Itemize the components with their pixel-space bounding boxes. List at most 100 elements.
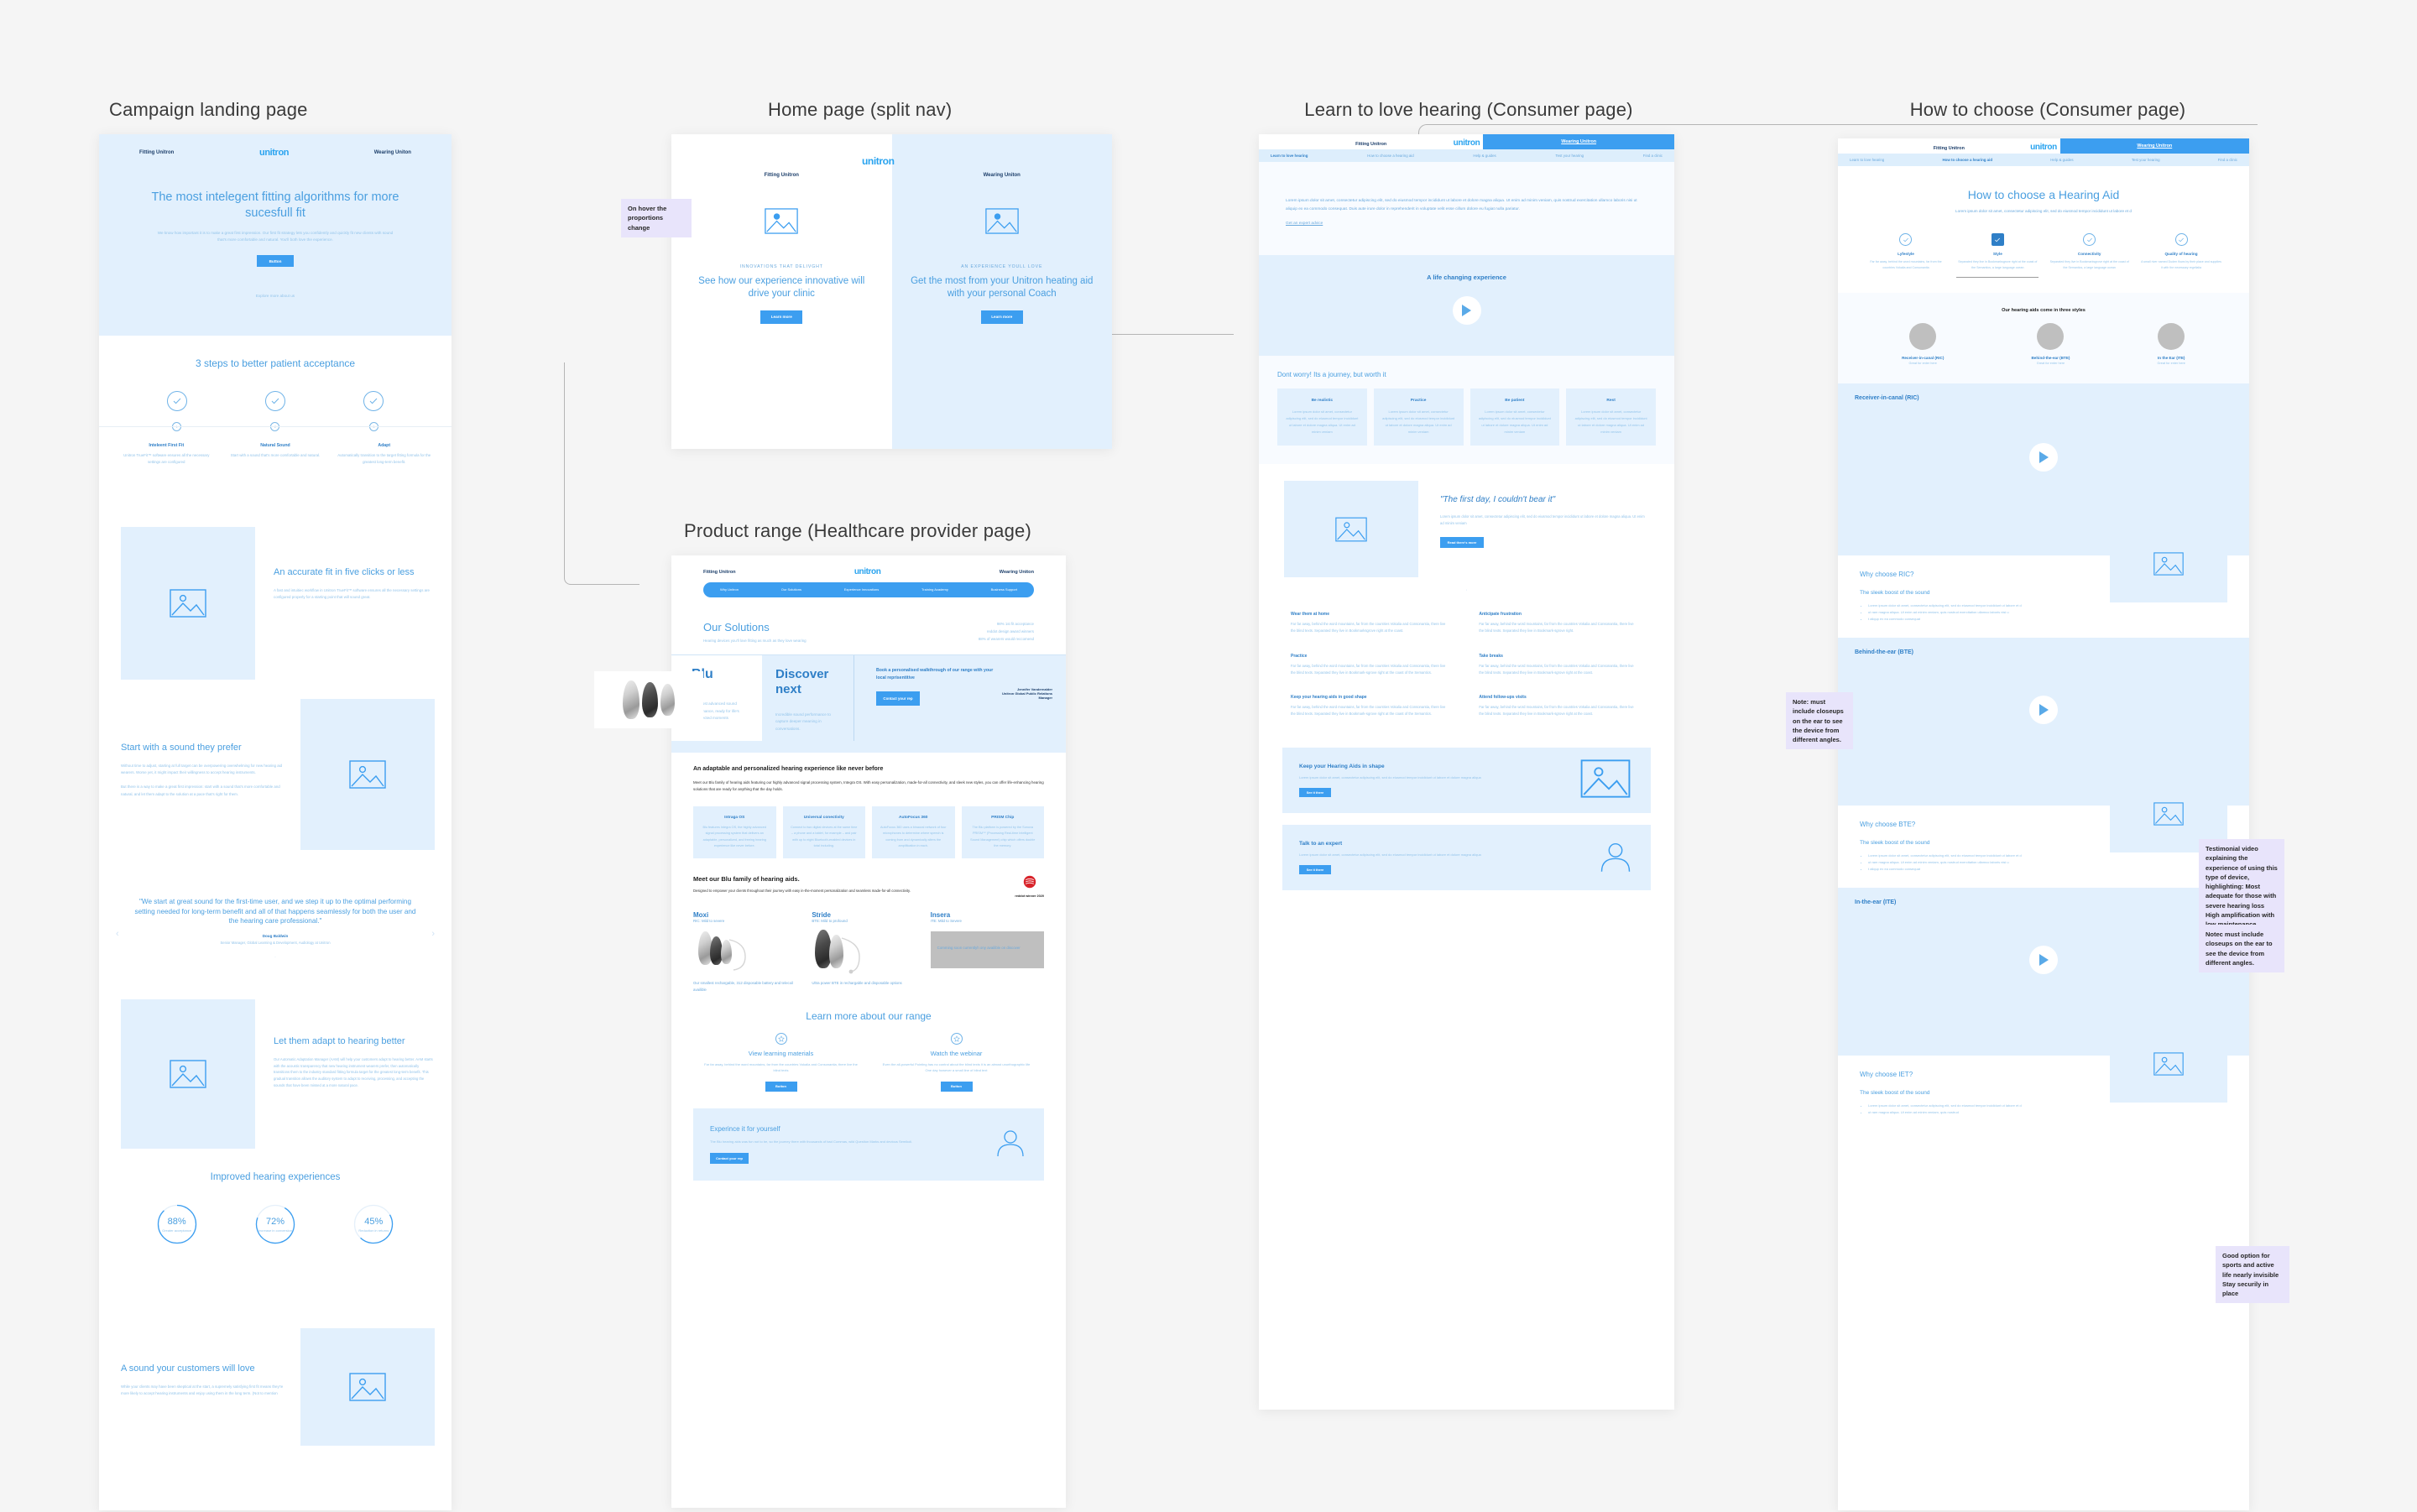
solutions-fact: 88% of wearers would reccomend [978,636,1034,641]
subnav-help-guides[interactable]: Help & guides [1473,154,1496,158]
stat-label: Greater acceptance [162,1228,192,1233]
step-item: Inteleent First Fit Unitron TrueFit™ sof… [117,443,216,466]
family-items: Moxi RIC: Mild to severe Our smallest re… [693,911,1044,993]
sticky-note-ite: Good option for sports and active life n… [2216,1246,2289,1304]
subnav-how-to-choose[interactable]: How to choose a hearing aid [1367,154,1414,158]
choose-sub-nav[interactable]: Learn to love hearing How to choose a he… [1838,154,2249,166]
campaign-love-text: A sound your customers will love While y… [121,1328,300,1397]
subnav-test-your-hearing[interactable]: Test your hearing [2132,158,2160,162]
nav-item-our-solutions[interactable]: Our Solutions [781,587,801,592]
home-right-panel[interactable]: Wearing Uniton AN EXPERIENCE YOULL LOVE … [891,134,1113,449]
nav-fitting-unitron[interactable]: Fitting Unitron [703,570,736,575]
learn-card-button[interactable]: Button [940,1081,973,1092]
style-item-bte[interactable]: Behind-the-ear (BTE) Great for enter her… [2031,322,2070,365]
nav-fitting-unitron[interactable]: Fitting Unitron [1259,134,1483,149]
board-title-home: Home page (split nav) [768,99,953,120]
tip-item: Attend follow-ups visits Far far away, b… [1479,695,1633,717]
play-button[interactable] [2029,442,2058,472]
play-button[interactable] [1452,296,1481,326]
criteria-body: Far far away, behind the word mountains,… [1870,260,1942,270]
style-item-ric[interactable]: Receiver-in-canal (RIC) Great for enter … [1902,322,1945,365]
learn-sub-nav[interactable]: Learn to love hearing How to choose a he… [1259,149,1674,162]
tip-item: Take breaks Far far away, behind the wor… [1479,654,1633,676]
subnav-test-your-hearing[interactable]: Test your hearing [1555,154,1584,158]
subnav-learn-to-love-hearing[interactable]: Learn to love hearing [1271,154,1308,158]
criteria-item-connectivity[interactable]: Connectivity Separated they live in Book… [2049,233,2131,277]
play-button[interactable] [2029,945,2058,974]
campaign-steps-icons [99,391,452,411]
nav-fitting-unitron[interactable]: Fitting Unitron [1838,138,2060,154]
carousel-next-arrow[interactable]: › [431,929,435,939]
experience-button[interactable]: Contact your rep [710,1152,749,1164]
shape-heading: Keep your Hearing Aids in shape [1299,764,1385,770]
experience-heading: Experince it for yourself [710,1124,780,1133]
home-left-button[interactable]: Learn more [760,310,803,324]
why-bullet: t aliqup ex ea commodo consequat [1868,616,2093,623]
contact-rep-button[interactable]: Contact your rep [876,691,920,706]
campaign-prefer: Start with a sound they prefer Without t… [99,684,452,877]
nav-wearing-unitron[interactable]: Wearing Uniton [1000,570,1034,575]
journey-card-title: Be patient [1505,399,1525,404]
tip-title: Anticipate frustration [1479,612,1522,618]
shape-button[interactable]: See it there [1299,788,1331,798]
product-body: Ultra power BTE in rechargable and dispo… [812,980,902,985]
product-image [812,929,925,975]
nav-wearing-unitron[interactable]: Wearing Unitron [1483,134,1674,149]
testimonial-button[interactable]: Read there's more [1440,537,1484,549]
nav-wearing-unitron[interactable]: Wearing Uniton [892,173,1113,178]
nav-wearing-unitron[interactable]: Wearing Uniton [374,150,411,155]
stat-value: 88% [167,1216,186,1227]
image-placeholder [1577,759,1634,802]
product-nav-bar[interactable]: Why Unitron Our Solutions Experience Inn… [703,582,1034,597]
person-icon [1597,837,1634,879]
adapt-body: Our Automatic Adaptation Manager (AAM) w… [274,1056,433,1087]
carousel-dots[interactable]: · [1259,577,1674,598]
style-sub: Great for enter here [2036,361,2065,365]
carousel-prev-arrow[interactable]: ‹ [116,929,119,939]
why-bullet: Lorem ipsum dolor sit amet, consectetur … [1868,1103,2093,1109]
play-button[interactable] [2029,695,2058,724]
board-title-choose: How to choose (Consumer page) [1909,99,2186,120]
learn-card-button[interactable]: Button [765,1081,797,1092]
sticky-note-bte-closeups: Notec must include closeups on the ear t… [2199,925,2284,972]
criteria-item-quality[interactable]: Quality of hearing A small river named D… [2140,233,2222,277]
subnav-how-to-choose[interactable]: How to choose a hearing aid [1943,158,1993,162]
nav-fitting-unitron[interactable]: Fitting Unitron [139,150,174,155]
learn-intro-link[interactable]: Get an expert advice [1286,222,1323,226]
subnav-find-a-clinic[interactable]: Find a clinic [2218,158,2237,162]
feature-title: PRISM Chip [991,816,1015,821]
subnav-learn-to-love-hearing[interactable]: Learn to love hearing [1850,158,1884,162]
image-placeholder [2110,524,2227,602]
campaign-hero-button[interactable]: Button [257,255,294,268]
style-item-ite[interactable]: In the Ear (ITE) Great for enter here [2158,322,2185,365]
learn-expert-promo: Talk to an expert Lorem ipsum dolor sit … [1282,825,1651,891]
criteria-active-underline [1956,276,2039,278]
nav-wearing-unitron[interactable]: Wearing Unitron [2059,138,2249,154]
home-left-heading: See how our experience innovative will d… [698,276,865,299]
nav-fitting-unitron[interactable]: Fitting Unitron [671,173,892,178]
nav-item-business-support[interactable]: Business Support [991,587,1017,592]
section-band-title: In-the-ear (ITE) [1855,899,1897,905]
step-item: Natural Sound Start with a sound that's … [227,443,325,466]
campaign-hero-link[interactable]: Explore more about us [99,294,452,298]
journey-card-body: Lorem ipsum dolor sit amet, consectetur … [1286,409,1359,435]
learn-card: View learning materials Far far away, be… [704,1032,859,1092]
nav-item-why-unitron[interactable]: Why Unitron [720,587,739,592]
expert-button[interactable]: See it there [1299,865,1331,875]
nav-item-training-academy[interactable]: Training Academy [921,587,948,592]
criteria-item-lyfestyle[interactable]: Lyfestyle Far far away, behind the word … [1865,233,1947,277]
nav-item-experience-innovations[interactable]: Experience Innovations [844,587,880,592]
home-left-panel[interactable]: Fitting Unitron INNOVATIONS THAT DELIVGH… [671,134,892,449]
campaign-adapt-text: Let them adapt to hearing better Our Aut… [255,999,433,1089]
journey-card: Be patient Lorem ipsum dolor sit amet, c… [1470,388,1560,446]
subnav-find-a-clinic[interactable]: Find a clinic [1643,154,1663,158]
product-body: Our smallest rechargable, 312 disposable… [693,980,794,992]
why-sub: The sleek boost of the sound [1860,839,1930,846]
image-placeholder [671,208,892,234]
feature-body: The Blu platform is powered by the Sonov… [970,826,1036,847]
criteria-item-style[interactable]: Style Separated they live in Bookmarksgr… [1956,233,2039,278]
style-title: Receiver-in-canal (RIC) [1902,355,1945,360]
home-right-button[interactable]: Learn more [980,310,1023,324]
carousel-dots[interactable]: · [133,955,418,960]
subnav-help-guides[interactable]: Help & guides [2050,158,2073,162]
